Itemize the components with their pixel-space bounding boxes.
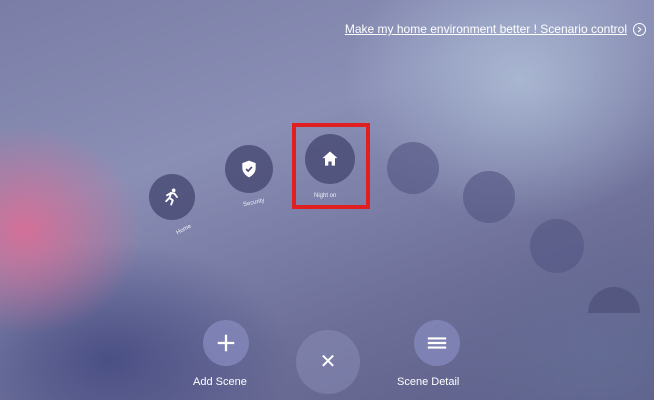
- list-icon: [427, 337, 447, 349]
- top-bar: Make my home environment better ! Scenar…: [345, 22, 646, 36]
- add-scene-button[interactable]: [203, 320, 249, 366]
- running-person-icon: [165, 188, 178, 206]
- empty-scene-slot[interactable]: [387, 142, 439, 194]
- plus-icon: [217, 334, 235, 352]
- scene-security-button[interactable]: [225, 145, 273, 193]
- shield-check-icon: [242, 160, 256, 178]
- close-icon: ✕: [319, 351, 337, 373]
- chevron-right-circle-icon[interactable]: [633, 22, 646, 36]
- scene-detail-label: Scene Detail: [397, 376, 460, 388]
- empty-scene-slot[interactable]: [530, 219, 584, 273]
- empty-scene-slot[interactable]: [463, 171, 515, 223]
- scene-detail-button[interactable]: [414, 320, 460, 366]
- add-scene-label: Add Scene: [193, 376, 247, 388]
- close-button[interactable]: ✕: [296, 330, 360, 394]
- selection-highlight: [292, 123, 370, 209]
- scenario-control-link[interactable]: Make my home environment better ! Scenar…: [345, 22, 627, 36]
- scene-home-button[interactable]: [149, 174, 195, 220]
